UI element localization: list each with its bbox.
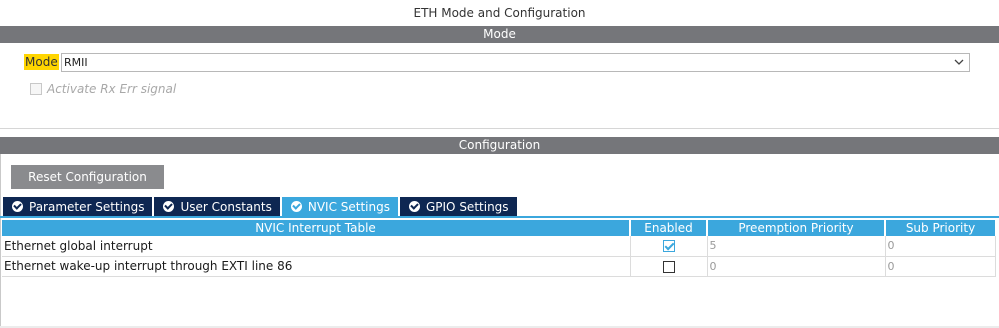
enabled-cell bbox=[630, 236, 708, 257]
mode-select[interactable]: RMII bbox=[61, 53, 970, 72]
reset-configuration-button[interactable]: Reset Configuration bbox=[11, 165, 164, 189]
enabled-checkbox[interactable] bbox=[662, 240, 675, 253]
configuration-section-header: Configuration bbox=[0, 137, 999, 154]
enabled-cell bbox=[630, 256, 708, 277]
interrupt-name: Ethernet wake-up interrupt through EXTI … bbox=[2, 256, 631, 277]
enabled-checkbox[interactable] bbox=[662, 260, 675, 273]
tab-user-constants[interactable]: User Constants bbox=[154, 197, 280, 216]
column-header-enabled[interactable]: Enabled bbox=[630, 220, 708, 236]
tab-label: Parameter Settings bbox=[29, 199, 145, 214]
column-header-preemption[interactable]: Preemption Priority bbox=[707, 220, 886, 236]
preemption-priority-cell[interactable]: 0 bbox=[707, 256, 886, 277]
check-circle-icon bbox=[12, 201, 23, 212]
rx-err-option: Activate Rx Err signal bbox=[30, 82, 178, 96]
tab-parameter-settings[interactable]: Parameter Settings bbox=[3, 197, 153, 216]
column-header-interrupt[interactable]: NVIC Interrupt Table bbox=[2, 220, 631, 236]
nvic-interrupt-table: NVIC Interrupt Table Enabled Preemption … bbox=[2, 220, 996, 277]
mode-select-value: RMII bbox=[64, 56, 88, 69]
table-header-row: NVIC Interrupt Table Enabled Preemption … bbox=[2, 220, 995, 236]
rx-err-label: Activate Rx Err signal bbox=[47, 82, 177, 96]
sub-priority-cell[interactable]: 0 bbox=[885, 236, 996, 257]
window-title: ETH Mode and Configuration bbox=[0, 0, 999, 26]
tab-nvic-settings[interactable]: NVIC Settings bbox=[281, 197, 398, 216]
check-circle-icon bbox=[408, 201, 420, 212]
rx-err-checkbox bbox=[30, 83, 42, 95]
tab-gpio-settings[interactable]: GPIO Settings bbox=[399, 197, 517, 216]
tab-label: NVIC Settings bbox=[307, 199, 390, 214]
divider bbox=[0, 128, 999, 129]
chevron-down-icon bbox=[954, 59, 964, 65]
column-header-sub-priority[interactable]: Sub Priority bbox=[885, 220, 995, 236]
tab-underline bbox=[0, 216, 999, 218]
tab-label: User Constants bbox=[180, 199, 272, 214]
check-circle-icon bbox=[163, 201, 175, 212]
tab-label: GPIO Settings bbox=[425, 199, 509, 214]
config-tabs: Parameter Settings User Constants NVIC S… bbox=[3, 197, 519, 216]
table-row[interactable]: Ethernet global interrupt 5 0 bbox=[2, 236, 996, 257]
interrupt-name: Ethernet global interrupt bbox=[2, 236, 631, 257]
preemption-priority-cell[interactable]: 5 bbox=[707, 236, 886, 257]
mode-label: Mode bbox=[24, 54, 59, 70]
mode-section-header: Mode bbox=[0, 26, 999, 43]
table-row[interactable]: Ethernet wake-up interrupt through EXTI … bbox=[2, 256, 996, 277]
check-circle-icon bbox=[290, 201, 302, 212]
sub-priority-cell[interactable]: 0 bbox=[885, 256, 996, 277]
